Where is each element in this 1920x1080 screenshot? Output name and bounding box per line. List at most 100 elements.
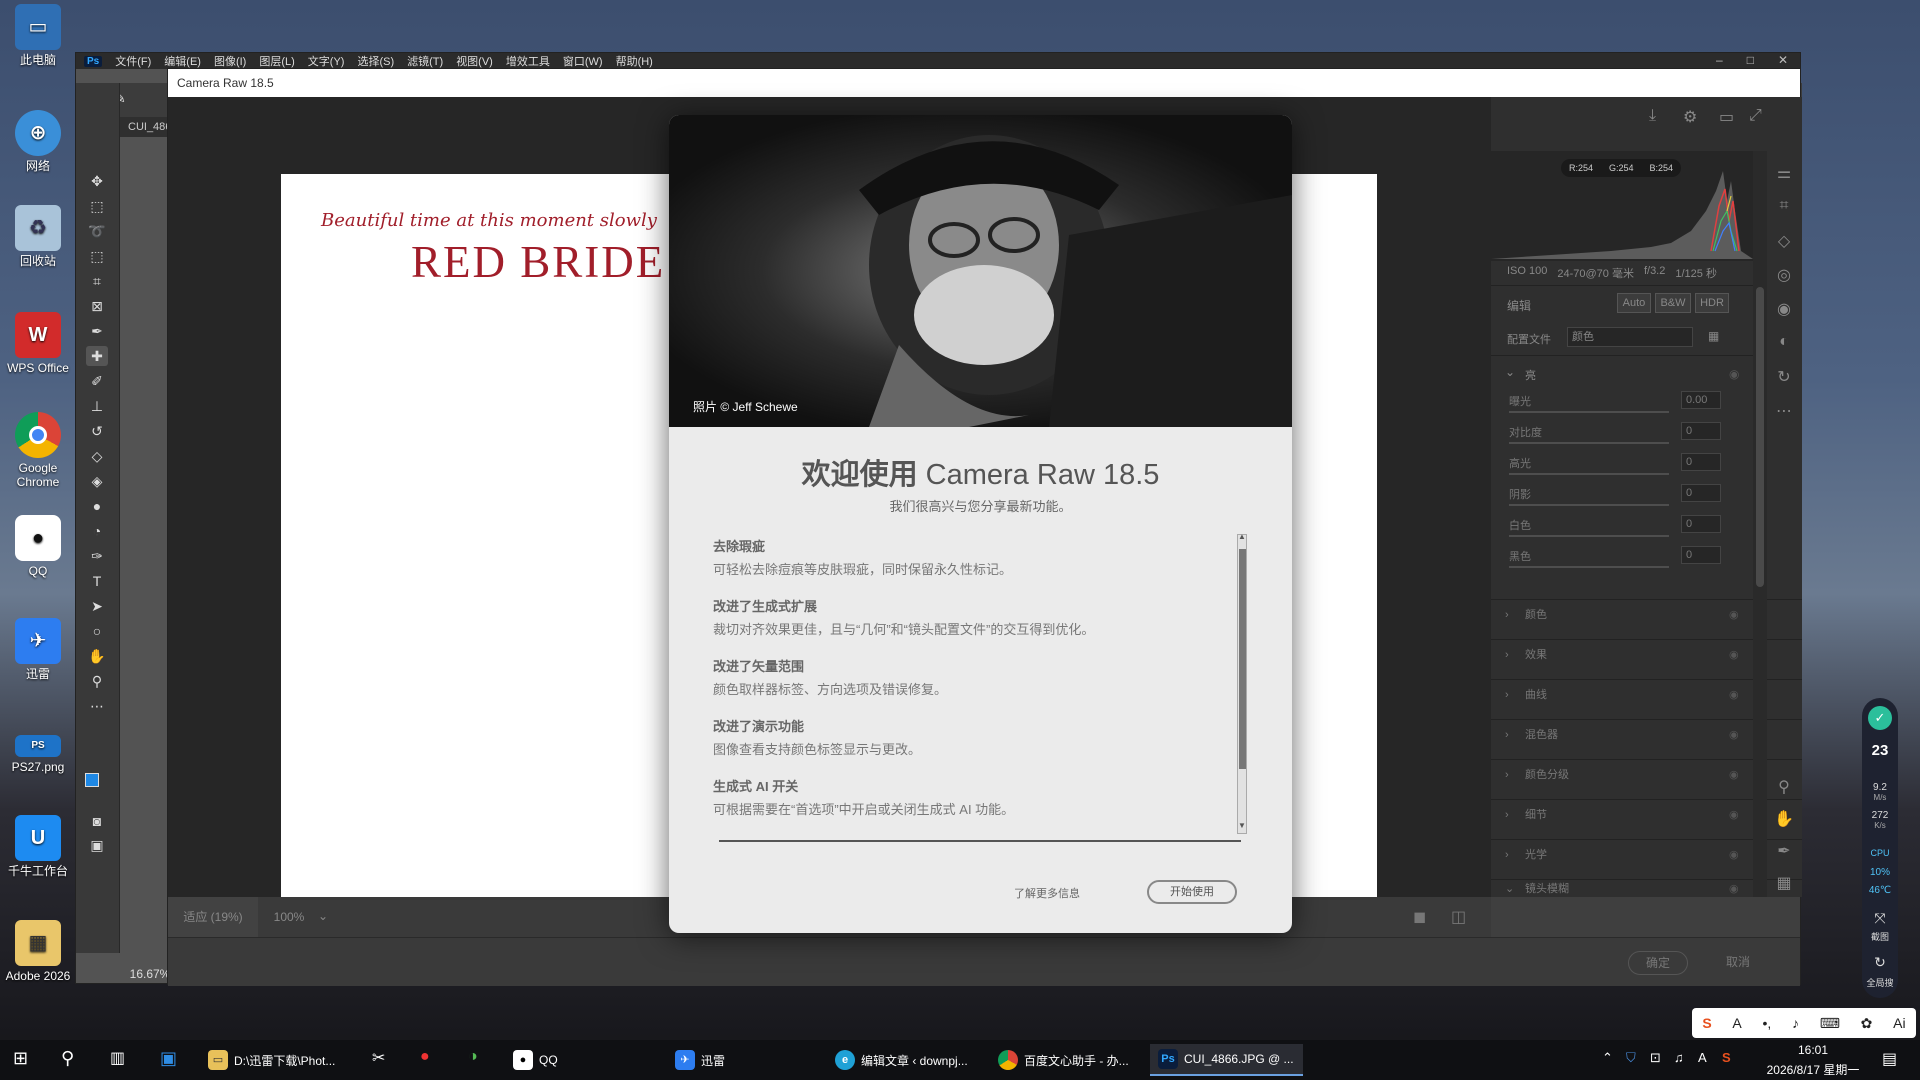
fit-zoom-button[interactable]: 适应 (19%) bbox=[168, 897, 258, 937]
menu-edit[interactable]: 编辑(E) bbox=[164, 53, 201, 69]
eye-icon[interactable]: ◉ bbox=[1729, 720, 1739, 750]
before-after-icon[interactable]: ◼ bbox=[1413, 907, 1426, 927]
light-section-title[interactable]: 亮 bbox=[1525, 367, 1536, 383]
frame-tool-icon[interactable]: ⊠ bbox=[86, 296, 108, 316]
microphone-icon[interactable]: ♪ bbox=[1792, 1015, 1799, 1031]
ime-mode-icon[interactable]: A bbox=[1732, 1015, 1741, 1031]
punctuation-icon[interactable]: •, bbox=[1762, 1015, 1771, 1031]
eye-icon[interactable]: ◉ bbox=[1729, 367, 1739, 381]
red-eye-icon[interactable]: ◉ bbox=[1773, 299, 1795, 319]
eye-icon[interactable]: ◉ bbox=[1729, 760, 1739, 790]
path-select-icon[interactable]: ➤ bbox=[86, 596, 108, 616]
zoom-icon[interactable]: ⚲ bbox=[1773, 777, 1795, 797]
filmstrip-icon[interactable]: ▭ bbox=[1719, 107, 1734, 127]
auto-button[interactable]: Auto bbox=[1617, 293, 1651, 313]
edit-tool-icon[interactable]: ⚌ bbox=[1773, 163, 1795, 183]
zoom-tool-icon[interactable]: ⚲ bbox=[86, 671, 108, 691]
marquee-tool-icon[interactable]: ⬚ bbox=[86, 196, 108, 216]
snapshots-icon[interactable]: ↻ bbox=[1773, 367, 1795, 387]
color-sampler-icon[interactable]: ✒ bbox=[1773, 841, 1795, 861]
menu-window[interactable]: 窗口(W) bbox=[563, 53, 603, 69]
hdr-button[interactable]: HDR bbox=[1695, 293, 1729, 313]
zoom-select[interactable]: 100% bbox=[264, 897, 314, 937]
compare-view-icon[interactable]: ◫ bbox=[1451, 907, 1466, 927]
taskbar-app-explorer[interactable]: ▭ D:\迅雷下载\Phot... bbox=[200, 1044, 350, 1076]
clock-date[interactable]: 2026/8/17 星期一 bbox=[1754, 1061, 1872, 1078]
store-icon[interactable]: ▣ bbox=[160, 1048, 177, 1069]
slider-value[interactable]: 0 bbox=[1681, 484, 1721, 502]
scrollbar-thumb[interactable] bbox=[1756, 287, 1764, 587]
eye-icon[interactable]: ◉ bbox=[1729, 600, 1739, 630]
search-icon[interactable]: ⚲ bbox=[61, 1048, 74, 1069]
profile-select[interactable]: 颜色 bbox=[1567, 327, 1693, 347]
close-icon[interactable]: ✕ bbox=[1778, 53, 1788, 67]
refresh-search-icon[interactable]: ↻ bbox=[1862, 954, 1898, 971]
object-select-tool-icon[interactable]: ⬚ bbox=[86, 246, 108, 266]
taskbar-app-chrome[interactable]: 百度文心助手 - 办... bbox=[990, 1044, 1145, 1076]
slider-track[interactable] bbox=[1509, 411, 1669, 413]
scroll-down-icon[interactable]: ▼ bbox=[1238, 821, 1246, 830]
eye-icon[interactable]: ◉ bbox=[1729, 680, 1739, 710]
eye-icon[interactable]: ◉ bbox=[1729, 800, 1739, 830]
slider-value[interactable]: 0 bbox=[1681, 515, 1721, 533]
browser-icon[interactable]: ◑ bbox=[468, 1048, 478, 1066]
menu-plugins[interactable]: 增效工具 bbox=[506, 53, 550, 69]
windows-start-icon[interactable]: ⊞ bbox=[13, 1048, 28, 1069]
feature-list-scrollbar[interactable]: ▲ ▼ bbox=[1237, 532, 1247, 834]
desktop-icon-network[interactable]: ⊕ 网络 bbox=[4, 110, 72, 173]
menu-view[interactable]: 视图(V) bbox=[456, 53, 493, 69]
menu-layer[interactable]: 图层(L) bbox=[259, 53, 294, 69]
menu-type[interactable]: 文字(Y) bbox=[308, 53, 345, 69]
profile-browser-icon[interactable]: ▦ bbox=[1708, 329, 1719, 343]
slider-track[interactable] bbox=[1509, 535, 1669, 537]
scrollbar-thumb[interactable] bbox=[1239, 549, 1246, 769]
taskbar-app-photoshop[interactable]: Ps CUI_4866.JPG @ ... bbox=[1150, 1044, 1303, 1076]
save-icon[interactable]: ⤓ bbox=[1649, 107, 1656, 125]
desktop-icon-qq[interactable]: ● QQ bbox=[4, 515, 72, 578]
eraser-tool-icon[interactable]: ◇ bbox=[86, 446, 108, 466]
blur-tool-icon[interactable]: ● bbox=[86, 496, 108, 516]
keyboard-icon[interactable]: ⌨ bbox=[1820, 1015, 1840, 1032]
capcut-icon[interactable]: ✂ bbox=[372, 1048, 385, 1068]
lasso-tool-icon[interactable]: ➰ bbox=[86, 221, 108, 241]
notification-icon[interactable]: ▤ bbox=[1882, 1049, 1897, 1069]
maximize-icon[interactable]: □ bbox=[1747, 53, 1754, 67]
shield-icon[interactable]: ⛉ bbox=[1626, 1050, 1636, 1066]
hand-tool-icon[interactable]: ✋ bbox=[86, 646, 108, 666]
masking-icon[interactable]: ◎ bbox=[1773, 265, 1795, 285]
clock-time[interactable]: 16:01 bbox=[1758, 1043, 1868, 1057]
desktop-icon-chrome[interactable]: Google Chrome bbox=[4, 412, 72, 489]
slider-value[interactable]: 0.00 bbox=[1681, 391, 1721, 409]
menu-help[interactable]: 帮助(H) bbox=[616, 53, 653, 69]
taskbar-app-qq[interactable]: ● QQ bbox=[505, 1044, 655, 1076]
ai-icon[interactable]: Ai bbox=[1893, 1015, 1905, 1031]
presets-icon[interactable]: ◐ bbox=[1773, 333, 1795, 351]
type-tool-icon[interactable]: T bbox=[86, 571, 108, 591]
desktop-icon-ps27-png[interactable]: PS PS27.png bbox=[4, 735, 72, 774]
foreground-color-swatch[interactable] bbox=[85, 773, 99, 787]
chevron-up-icon[interactable]: ⌃ bbox=[1602, 1050, 1613, 1066]
pen-tool-icon[interactable]: ✑ bbox=[86, 546, 108, 566]
taskbar-app-edge[interactable]: e 编辑文章 ‹ downpj... bbox=[827, 1044, 982, 1076]
scroll-up-icon[interactable]: ▲ bbox=[1238, 532, 1246, 541]
eraser-icon[interactable]: ◇ bbox=[1773, 231, 1795, 251]
stamp-tool-icon[interactable]: ⊥ bbox=[86, 396, 108, 416]
eye-icon[interactable]: ◉ bbox=[1729, 880, 1739, 898]
check-icon[interactable]: ✓ bbox=[1868, 706, 1892, 730]
more-tools-icon[interactable]: ⋯ bbox=[86, 696, 108, 716]
desktop-icon-qianniu[interactable]: U 千牛工作台 bbox=[4, 815, 72, 878]
volume-icon[interactable]: ♫ bbox=[1674, 1050, 1684, 1065]
eye-icon[interactable]: ◉ bbox=[1729, 840, 1739, 870]
settings-gear-icon[interactable]: ⚙ bbox=[1683, 107, 1697, 127]
global-search-label[interactable]: 全局搜 bbox=[1862, 976, 1898, 989]
more-options-icon[interactable]: ⋯ bbox=[1773, 401, 1795, 421]
ime-indicator-icon[interactable]: A bbox=[1698, 1050, 1707, 1065]
crop-tool-icon[interactable]: ⌗ bbox=[86, 271, 108, 291]
menu-file[interactable]: 文件(F) bbox=[115, 53, 151, 69]
desktop-icon-wps[interactable]: W WPS Office bbox=[4, 312, 72, 375]
slider-track[interactable] bbox=[1509, 442, 1669, 444]
learn-more-link[interactable]: 了解更多信息 bbox=[1014, 885, 1080, 901]
bw-button[interactable]: B&W bbox=[1655, 293, 1691, 313]
screenshot-icon[interactable]: ⤧ bbox=[1862, 910, 1898, 927]
screen-mode-icon[interactable]: ▣ bbox=[86, 835, 108, 855]
